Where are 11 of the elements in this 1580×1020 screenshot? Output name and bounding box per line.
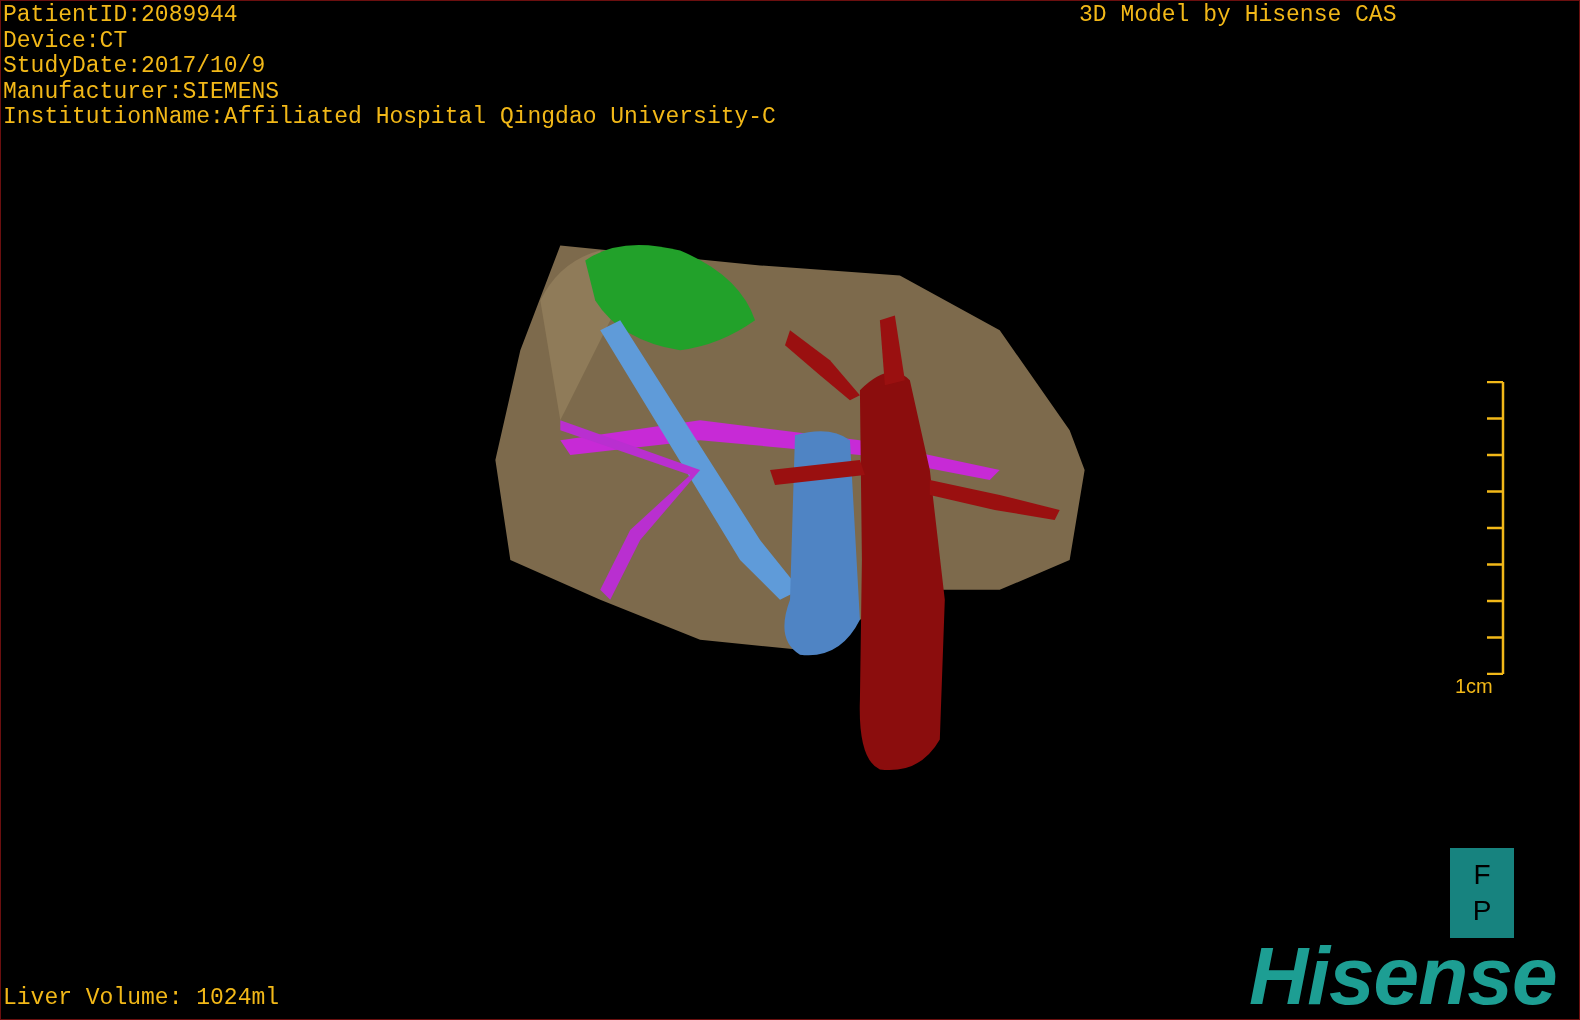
model-credit-text: 3D Model by Hisense CAS	[1079, 3, 1397, 29]
patient-info-text: PatientID:2089944	[3, 3, 239, 29]
patient-info-text: InstitutionName:Affiliated Hospital Qingdao University-C	[3, 105, 776, 131]
orientation-label: F	[1473, 860, 1491, 890]
liver-volume-text: Liver Volume: 1024ml	[3, 986, 280, 1012]
scale-label: 1cm	[1455, 675, 1493, 697]
patient-info-text: Device:CT	[3, 28, 129, 54]
brand-logo: Hisense	[1249, 936, 1557, 1016]
orientation-label: P	[1472, 896, 1492, 926]
patient-info-text: Manufacturer:SIEMENS	[3, 79, 281, 105]
patient-info-text: StudyDate:2017/10/9	[3, 54, 267, 80]
